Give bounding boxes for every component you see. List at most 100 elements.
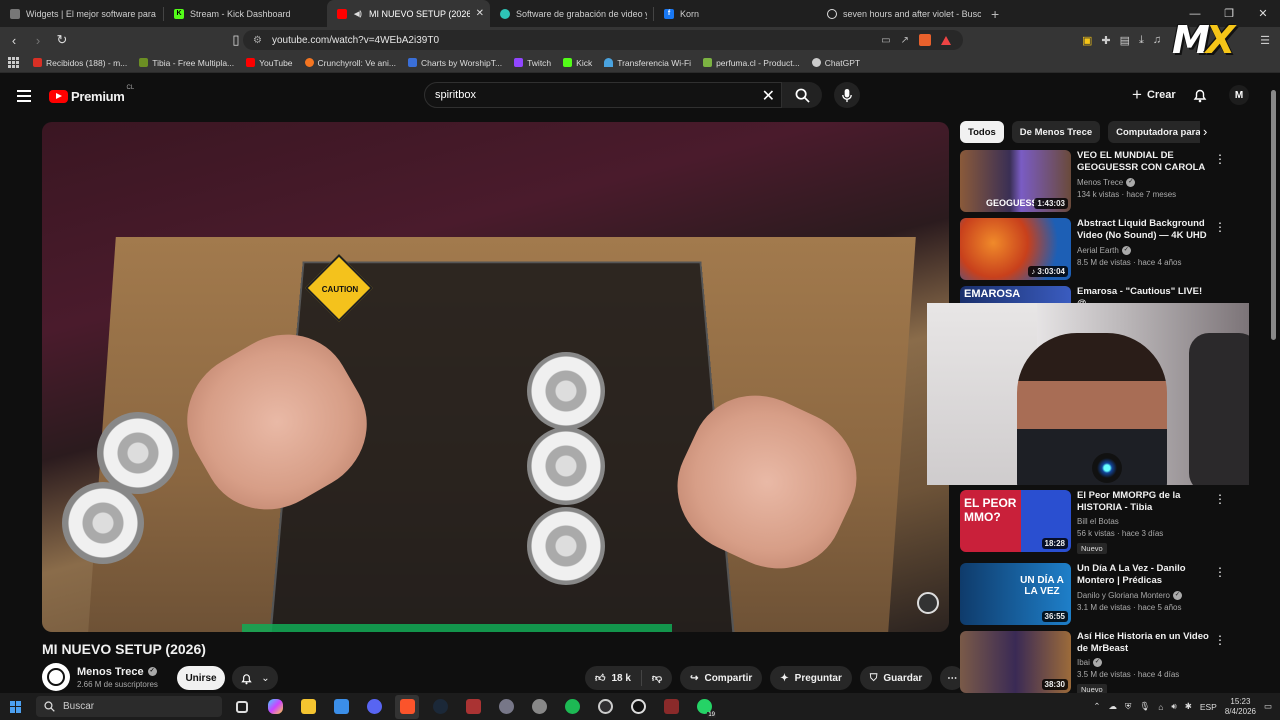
create-button[interactable]: + Crear [1124, 82, 1184, 108]
tab-streaming-software[interactable]: Software de grabación de video y str [490, 0, 653, 27]
audio-playing-icon[interactable]: ◀) [353, 9, 363, 19]
channel-watermark-icon[interactable] [917, 592, 939, 614]
recommendation-thumbnail[interactable]: UN DÍA A LA VEZ 36:55 [960, 563, 1071, 625]
bookmark-kick[interactable]: Kick [563, 58, 592, 68]
recommendation-title[interactable]: Abstract Liquid Background Video (No Sou… [1077, 218, 1209, 243]
tab-kick-dashboard[interactable]: K Stream - Kick Dashboard [164, 0, 327, 27]
spotify-icon[interactable] [560, 695, 584, 719]
chip-channel[interactable]: De Menos Trece [1011, 121, 1101, 143]
bookmark-gmail[interactable]: Recibidos (188) - m... [33, 58, 127, 68]
recommendation-thumbnail[interactable]: ♪ 3:03:04 [960, 218, 1071, 280]
scrollbar-thumb[interactable] [1271, 90, 1276, 340]
wallet-icon[interactable]: ▣ [1082, 34, 1092, 47]
volume-icon[interactable]: 🔊︎ [1171, 701, 1176, 712]
chips-next-icon[interactable]: › [1203, 124, 1207, 139]
language-indicator[interactable]: ESP [1200, 702, 1217, 712]
more-options-icon[interactable]: ⋮ [1214, 565, 1226, 579]
chevron-up-icon[interactable]: ⌃ [1093, 701, 1100, 712]
task-view-icon[interactable] [230, 695, 254, 719]
voice-search-button[interactable] [834, 82, 860, 108]
extensions-icon[interactable]: ✚ [1101, 34, 1110, 47]
tab-youtube-active[interactable]: ◀) MI NUEVO SETUP (2026) - Yo ✕ [327, 0, 490, 27]
more-options-icon[interactable]: ⋮ [1214, 633, 1226, 647]
tab-bing-search[interactable]: seven hours and after violet - Buscar [817, 0, 987, 27]
new-tab-icon[interactable]: + [991, 6, 999, 22]
search-button[interactable] [782, 82, 822, 108]
share-button[interactable]: ↪ Compartir [680, 666, 763, 690]
close-window-icon[interactable]: ✕ [1246, 7, 1280, 20]
recommendation-title[interactable]: El Peor MMORPG de la HISTORIA - Tibia [1077, 490, 1209, 514]
more-options-icon[interactable]: ⋮ [1214, 220, 1226, 234]
bookmark-tibia[interactable]: Tibia - Free Multipla... [139, 58, 234, 68]
reload-icon[interactable]: ↻ [52, 32, 72, 48]
share-icon[interactable]: ↗ [901, 35, 909, 46]
video-player[interactable]: CAUTION [42, 122, 949, 632]
page-scrollbar[interactable] [1270, 80, 1276, 690]
brave-browser-icon[interactable] [395, 694, 419, 719]
obs-icon[interactable] [593, 695, 617, 719]
store-icon[interactable] [329, 695, 353, 719]
discord-icon[interactable] [362, 695, 386, 719]
windows-start-icon[interactable] [10, 700, 22, 713]
recommendation-item[interactable]: 38:30 Así Hice Historia en un Video de M… [960, 631, 1226, 695]
channel-name-row[interactable]: Menos Trece ✓ [77, 666, 158, 678]
recommendation-item[interactable]: EL PEOR MMO? 18:28 El Peor MMORPG de la … [960, 490, 1226, 554]
downloads-icon[interactable]: ⤓ [1139, 34, 1144, 47]
recommendation-thumbnail[interactable]: EL PEOR MMO? 18:28 [960, 490, 1071, 552]
network-icon[interactable]: ⌂ [1158, 702, 1163, 712]
shield-icon[interactable]: ⛨ [1125, 701, 1131, 712]
bluetooth-icon[interactable]: ✱ [1185, 701, 1192, 712]
onedrive-icon[interactable]: ☁ [1109, 701, 1118, 712]
chip-gaming-pc[interactable]: Computadora para ju [1108, 121, 1200, 143]
clear-search-icon[interactable]: ✕ [762, 86, 775, 106]
youtube-premium-logo[interactable]: Premium CL [49, 85, 134, 104]
recommendation-channel[interactable]: Ibai [1077, 658, 1090, 667]
bookmark-charts[interactable]: Charts by WorshipT... [407, 58, 502, 68]
notifications-bell-icon[interactable] [1192, 87, 1208, 103]
more-options-icon[interactable]: ⋮ [1214, 492, 1226, 506]
recommendation-thumbnail[interactable]: 38:30 [960, 631, 1071, 693]
sidebar-icon[interactable]: ▤ [1120, 34, 1130, 47]
recommendation-title[interactable]: VEO EL MUNDIAL DE GEOGUESSR CON CAROLA Y… [1077, 150, 1209, 175]
bookmark-perfuma[interactable]: perfuma.cl - Product... [703, 58, 800, 68]
game-icon[interactable] [461, 695, 485, 719]
file-explorer-icon[interactable] [296, 695, 320, 719]
recommendation-channel[interactable]: Aerial Earth [1077, 246, 1119, 255]
chip-all[interactable]: Todos [960, 121, 1004, 143]
channel-avatar[interactable] [42, 663, 70, 691]
menu-icon[interactable] [17, 90, 31, 102]
recommendation-channel[interactable]: Danilo y Gloriana Montero [1077, 591, 1170, 600]
microphone-icon[interactable]: 🎙︎ [1139, 701, 1150, 712]
apps-grid-icon[interactable] [8, 57, 19, 68]
taskbar-search-input[interactable]: Buscar [36, 696, 222, 717]
recommendation-channel[interactable]: Bill el Botas [1077, 517, 1119, 526]
copilot-icon[interactable] [263, 695, 287, 719]
recommendation-title[interactable]: Un Día A La Vez - Danilo Montero | Prédi… [1077, 563, 1209, 588]
recommendation-item[interactable]: ♪ 3:03:04 Abstract Liquid Background Vid… [960, 218, 1226, 282]
subscription-bell-button[interactable]: ⌄ [232, 666, 278, 690]
recommendation-thumbnail[interactable]: GEOGUESS 1:43:03 [960, 150, 1071, 212]
app-icon[interactable] [494, 695, 518, 719]
bookmark-twitch[interactable]: Twitch [514, 58, 551, 68]
tab-widgets[interactable]: Widgets | El mejor software para pot [0, 0, 163, 27]
settings-gear-icon[interactable] [527, 695, 551, 719]
dislike-button[interactable]: 👎︎ [642, 666, 672, 690]
bookmark-youtube[interactable]: YouTube [246, 58, 293, 68]
steam-icon[interactable] [428, 695, 452, 719]
back-icon[interactable]: ‹ [4, 33, 24, 48]
whatsapp-icon[interactable]: 19 [692, 695, 716, 719]
channel-name[interactable]: Menos Trece [77, 666, 144, 678]
tab-korn[interactable]: f Korn [654, 0, 817, 27]
bookmark-chatgpt[interactable]: ChatGPT [811, 58, 860, 68]
recommendation-channel[interactable]: Menos Trece [1077, 178, 1123, 187]
join-button[interactable]: Unirse [177, 666, 225, 690]
save-button[interactable]: ⛉ Guardar [859, 666, 933, 690]
menu-icon[interactable]: ☰ [1260, 34, 1270, 47]
notifications-icon[interactable]: ▭ [1264, 701, 1272, 712]
media-icon[interactable]: ♫ [1153, 34, 1161, 46]
recommendation-title[interactable]: Así Hice Historia en un Video de MrBeast [1077, 631, 1209, 655]
chrome-icon[interactable] [626, 695, 650, 719]
brave-shield-icon[interactable] [919, 34, 931, 46]
recommendation-item[interactable]: UN DÍA A LA VEZ 36:55 Un Día A La Vez - … [960, 563, 1226, 627]
ask-button[interactable]: ✦ Preguntar [770, 666, 852, 690]
